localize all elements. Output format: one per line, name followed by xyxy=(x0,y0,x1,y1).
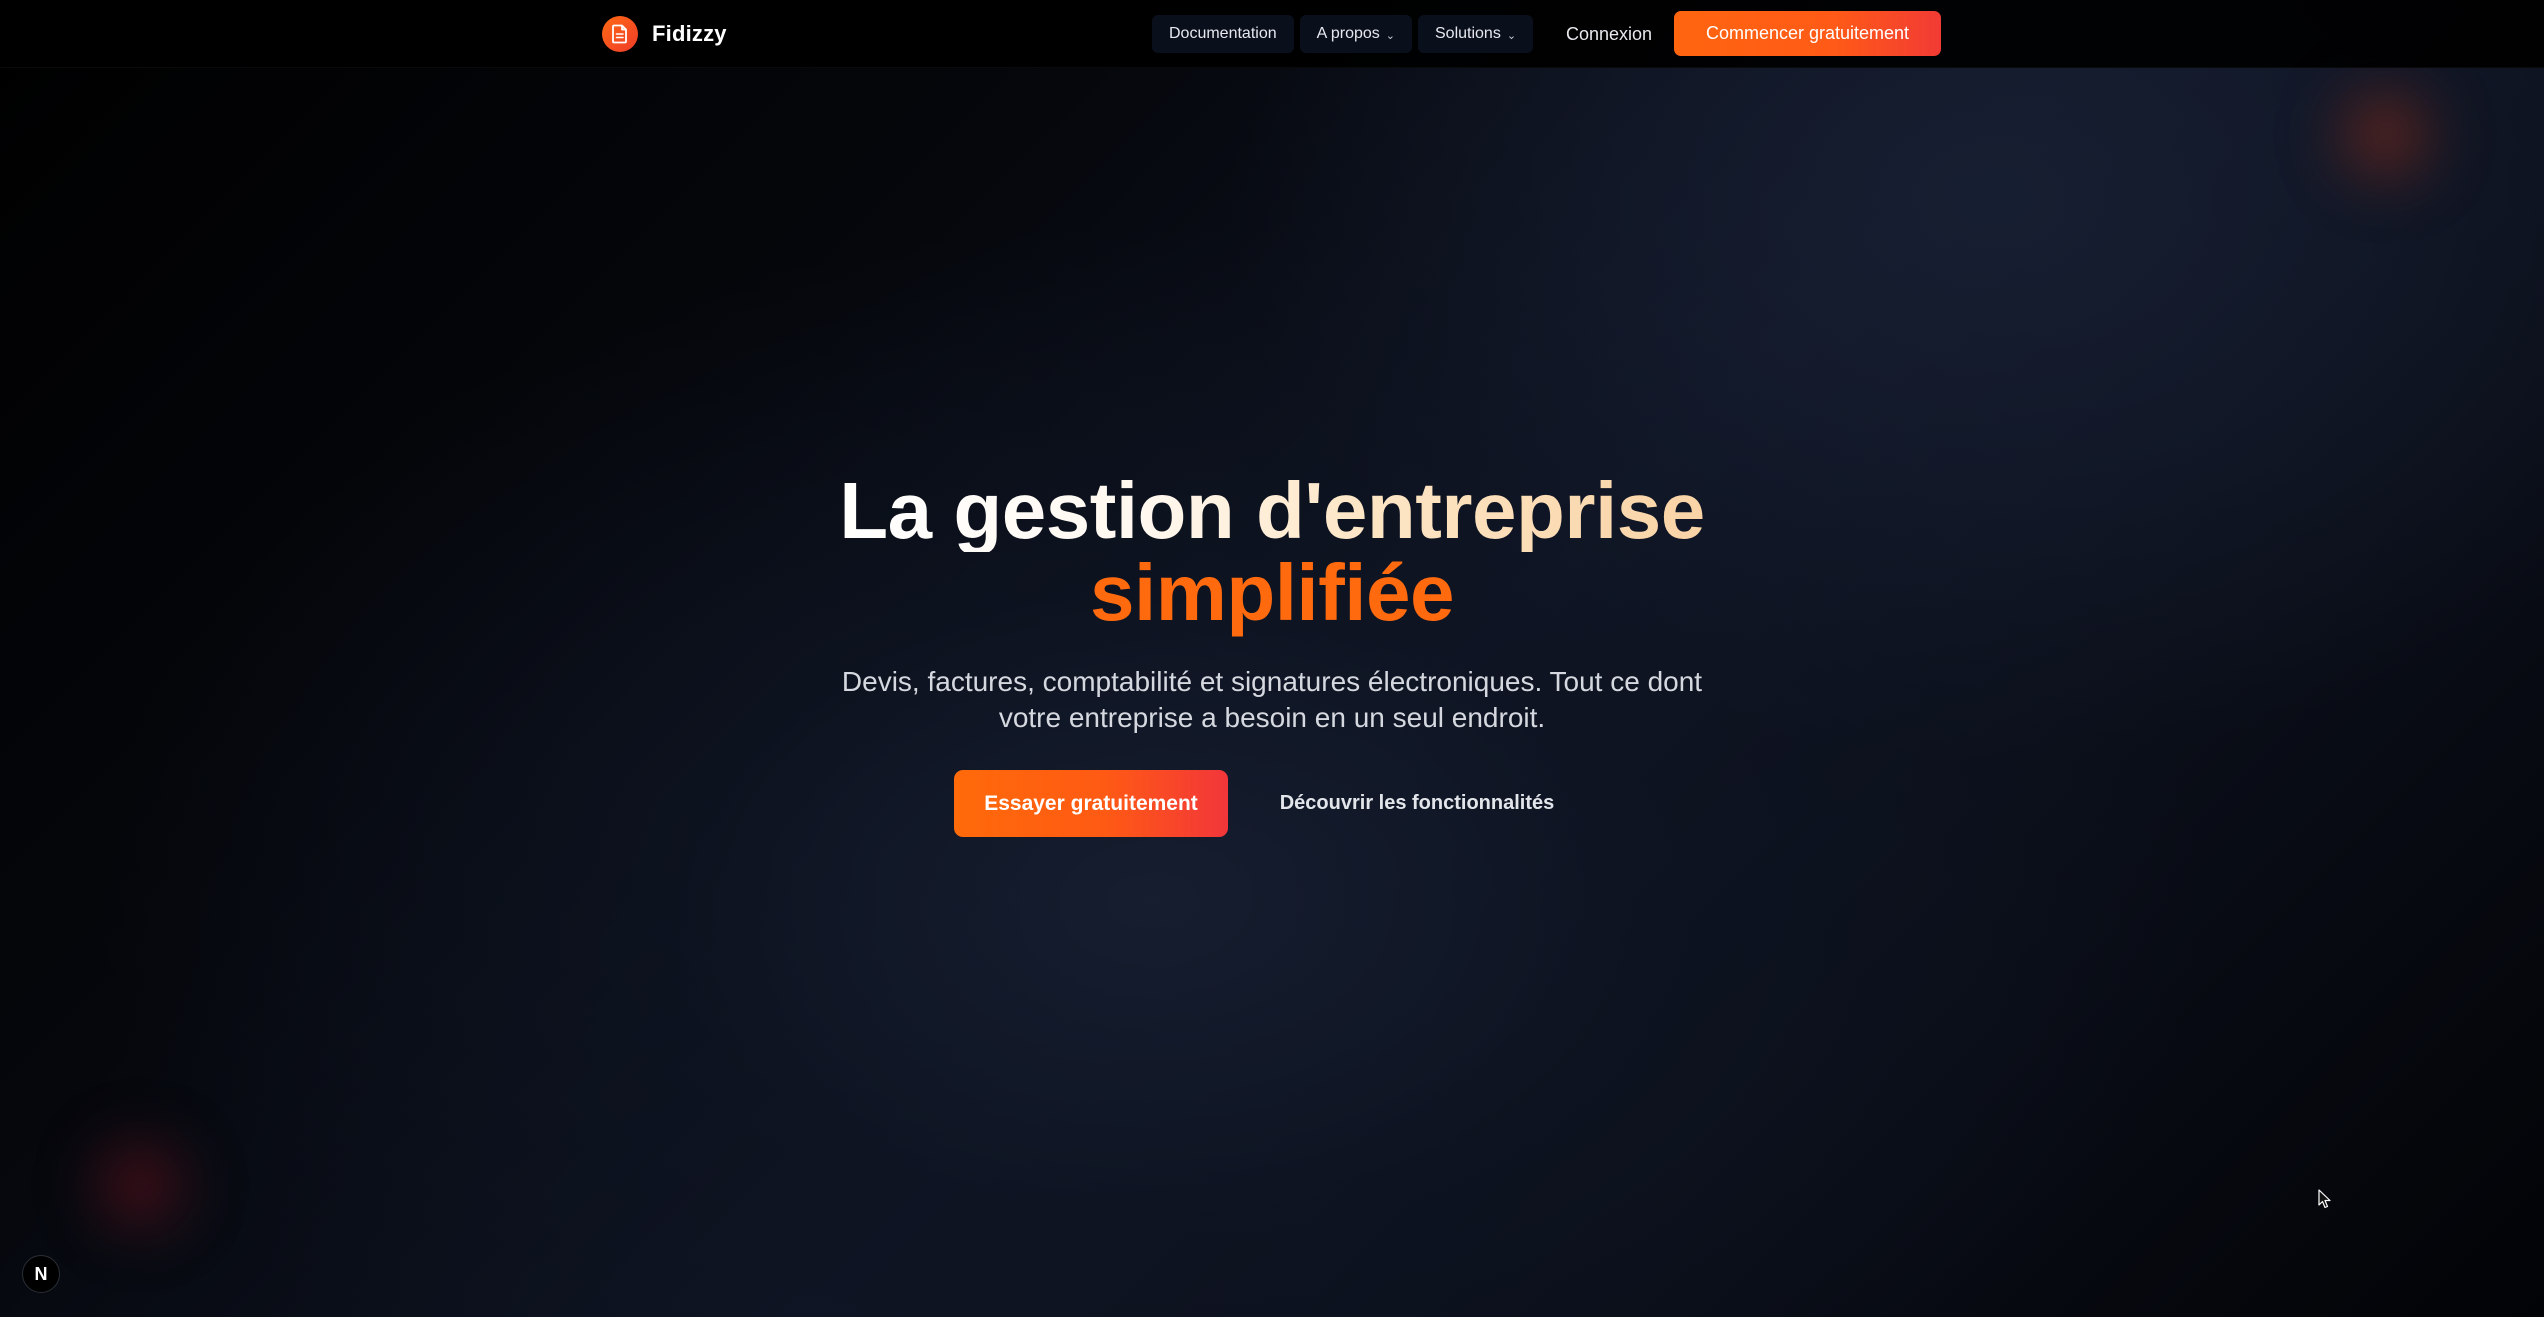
nav-item-label: Solutions xyxy=(1435,25,1501,42)
hero-title: La gestion d'entreprise simplifiée xyxy=(0,470,2544,634)
mouse-cursor-icon xyxy=(2318,1189,2332,1214)
nav-item-label: A propos xyxy=(1316,25,1380,42)
chevron-down-icon: ⌄ xyxy=(1506,29,1517,42)
hero-title-line1: La gestion d'entreprise xyxy=(839,466,1705,555)
nextjs-icon[interactable]: N xyxy=(22,1255,60,1293)
login-link[interactable]: Connexion xyxy=(1566,15,1652,53)
decorative-glow-top xyxy=(2320,80,2450,190)
brand-name: Fidizzy xyxy=(652,21,727,46)
nav-item-a-propos[interactable]: A propos ⌄ xyxy=(1299,15,1412,53)
navbar: Fidizzy Documentation A propos ⌄ Solutio… xyxy=(0,0,2544,68)
dev-badge-label: N xyxy=(34,1263,48,1284)
landing-page: Fidizzy Documentation A propos ⌄ Solutio… xyxy=(0,0,2544,1317)
document-icon xyxy=(602,16,638,52)
brand-link[interactable]: Fidizzy xyxy=(602,15,727,53)
nav-item-label: Documentation xyxy=(1169,25,1277,42)
decorative-glow-bottom xyxy=(80,1130,200,1240)
nav-item-documentation[interactable]: Documentation xyxy=(1152,15,1294,53)
nav-menu: Documentation A propos ⌄ Solutions ⌄ xyxy=(1152,15,1534,53)
discover-features-link[interactable]: Découvrir les fonctionnalités xyxy=(1262,770,1572,837)
start-free-button[interactable]: Commencer gratuitement xyxy=(1674,11,1941,56)
hero-title-highlight: simplifiée xyxy=(1089,548,1455,637)
try-free-button[interactable]: Essayer gratuitement xyxy=(954,770,1228,837)
nav-item-solutions[interactable]: Solutions ⌄ xyxy=(1418,15,1534,53)
hero-subtitle: Devis, factures, comptabilité et signatu… xyxy=(841,666,1703,733)
chevron-down-icon: ⌄ xyxy=(1385,29,1395,42)
